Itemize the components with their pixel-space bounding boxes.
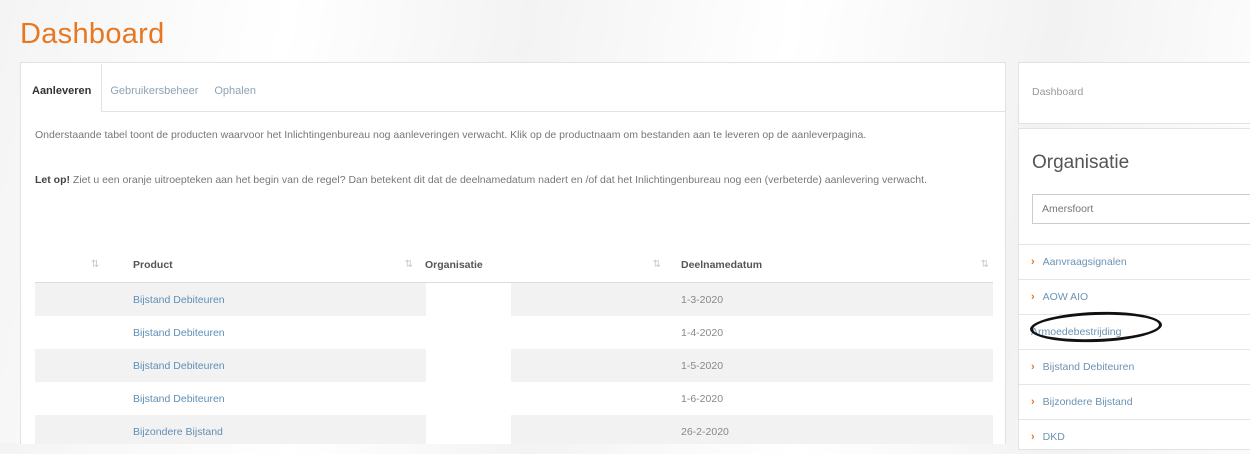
- column-label-product: Product: [133, 259, 173, 271]
- table-header-deelnamedatum[interactable]: Deelnamedatum ⇅: [673, 248, 993, 283]
- status-cell: [35, 316, 133, 349]
- tab-aanleveren[interactable]: Aanleveren: [21, 64, 103, 112]
- datum-cell: 1-6-2020: [673, 382, 993, 415]
- organisatie-cell: [425, 349, 673, 382]
- tab-gebruikersbeheer[interactable]: Gebruikersbeheer: [102, 64, 206, 111]
- product-cell: Bijzondere Bijstand: [133, 415, 425, 444]
- table-row: Bijstand Debiteuren 1-5-2020: [35, 349, 993, 382]
- column-label-organisatie: Organisatie: [425, 259, 483, 271]
- chevron-right-icon: ›: [1031, 291, 1035, 303]
- datum-value: 1-4-2020: [681, 326, 724, 339]
- sidebar-item-bijzondere-bijstand[interactable]: › Bijzondere Bijstand: [1019, 384, 1250, 419]
- organisation-heading: Organisatie: [1032, 152, 1130, 173]
- notice-bold: Let op!: [35, 174, 70, 186]
- status-cell: [35, 349, 133, 382]
- organisatie-cell: [425, 316, 673, 349]
- status-cell: [35, 382, 133, 415]
- breadcrumb[interactable]: Dashboard: [1032, 86, 1083, 98]
- sort-icon: ⇅: [980, 259, 989, 270]
- table-header-organisatie[interactable]: Organisatie ⇅: [425, 248, 673, 283]
- status-cell: [35, 282, 133, 316]
- tab-ophalen[interactable]: Ophalen: [206, 64, 264, 111]
- product-cell: Bijstand Debiteuren: [133, 382, 425, 415]
- sidebar-organisation-box: Organisatie Amersfoort › Aanvraagsignalen…: [1018, 128, 1250, 450]
- intro-text: Onderstaande tabel toont de producten wa…: [35, 129, 867, 141]
- sidebar-item-label: Bijzondere Bijstand: [1042, 396, 1133, 408]
- redacted-block: [426, 415, 511, 444]
- table-row: Bijzondere Bijstand 26-2-2020: [35, 415, 993, 444]
- organisatie-cell: [425, 382, 673, 415]
- sidebar-item-aow-aio[interactable]: › AOW AIO: [1019, 279, 1250, 314]
- product-cell: Bijstand Debiteuren: [133, 282, 425, 316]
- table-row: Bijstand Debiteuren 1-6-2020: [35, 382, 993, 415]
- main-panel: Aanleveren Gebruikersbeheer Ophalen Onde…: [20, 62, 1006, 444]
- sort-icon: ⇅: [404, 259, 413, 270]
- product-cell: Bijstand Debiteuren: [133, 349, 425, 382]
- column-label-deelnamedatum: Deelnamedatum: [681, 259, 763, 271]
- redacted-block: [426, 283, 511, 316]
- products-table: ⇅ Product ⇅ Organisatie ⇅ Deelnamedatum ⇅ B…: [35, 248, 993, 444]
- table-header-product[interactable]: Product ⇅: [133, 248, 425, 283]
- notice-text: Let op! Ziet u een oranje uitroepteken a…: [35, 171, 985, 189]
- chevron-right-icon: ›: [1031, 396, 1035, 408]
- datum-cell: 1-5-2020: [673, 349, 993, 382]
- table-row: Bijstand Debiteuren 1-4-2020: [35, 316, 993, 349]
- sidebar-item-dkd[interactable]: › DKD: [1019, 419, 1250, 454]
- organisatie-cell: [425, 282, 673, 316]
- chevron-right-icon: ›: [1031, 256, 1035, 268]
- product-link[interactable]: Bijstand Debiteuren: [133, 360, 225, 372]
- datum-cell: 1-4-2020: [673, 316, 993, 349]
- product-link[interactable]: Bijstand Debiteuren: [133, 327, 225, 339]
- datum-value: 1-5-2020: [681, 359, 724, 372]
- sidebar-item-label: AOW AIO: [1042, 291, 1089, 303]
- datum-cell: 1-3-2020: [673, 282, 993, 316]
- sidebar-breadcrumb-box: Dashboard: [1018, 62, 1250, 124]
- redacted-block: [426, 349, 511, 382]
- notice-body: Ziet u een oranje uitroepteken aan het b…: [70, 174, 927, 186]
- datum-value: 1-6-2020: [681, 392, 724, 405]
- table-header-indicator[interactable]: ⇅: [35, 248, 133, 283]
- sidebar-product-list: › Aanvraagsignalen › AOW AIO Armoedebestri…: [1019, 244, 1250, 454]
- chevron-right-icon: ›: [1031, 431, 1035, 443]
- product-link[interactable]: Bijzondere Bijstand: [133, 426, 223, 438]
- sidebar-item-label: Bijstand Debiteuren: [1042, 361, 1135, 373]
- sidebar-item-aanvraagsignalen[interactable]: › Aanvraagsignalen: [1019, 244, 1250, 279]
- product-cell: Bijstand Debiteuren: [133, 316, 425, 349]
- organisatie-cell: [425, 415, 673, 444]
- product-link[interactable]: Bijstand Debiteuren: [133, 294, 225, 306]
- sidebar-item-label: Aanvraagsignalen: [1042, 256, 1127, 268]
- page-title: Dashboard: [20, 18, 165, 50]
- table-header-row: ⇅ Product ⇅ Organisatie ⇅ Deelnamedatum ⇅: [35, 248, 993, 283]
- chevron-right-icon: ›: [1031, 361, 1035, 373]
- sidebar-item-bijstand-debiteuren[interactable]: › Bijstand Debiteuren: [1019, 349, 1250, 384]
- product-link[interactable]: Bijstand Debiteuren: [133, 393, 225, 405]
- tab-bar: Aanleveren Gebruikersbeheer Ophalen: [21, 63, 1005, 112]
- datum-cell: 26-2-2020: [673, 415, 993, 444]
- table-row: Bijstand Debiteuren 1-3-2020: [35, 282, 993, 316]
- sort-icon: ⇅: [91, 259, 100, 270]
- sort-icon: ⇅: [652, 259, 661, 270]
- datum-value: 26-2-2020: [681, 425, 729, 438]
- datum-value: 1-3-2020: [681, 293, 724, 306]
- sidebar-item-label: DKD: [1042, 431, 1065, 443]
- organisation-select[interactable]: Amersfoort: [1032, 194, 1250, 224]
- status-cell: [35, 415, 133, 444]
